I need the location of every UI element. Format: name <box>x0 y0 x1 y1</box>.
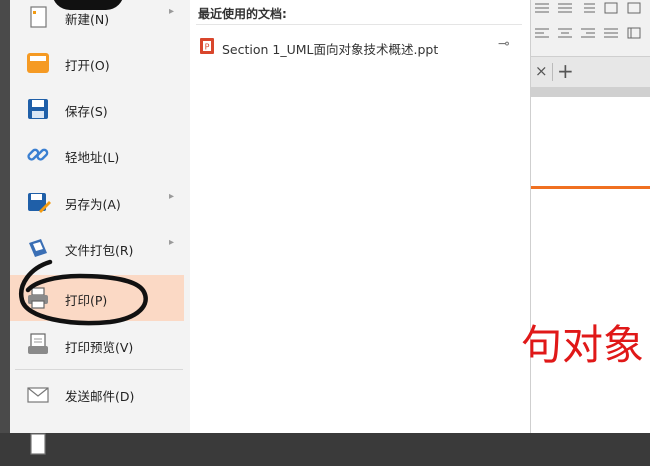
recent-documents-panel: 最近使用的文档: P Section 1_UML面向对象技术概述.ppt ⊸ <box>190 0 531 433</box>
menu-item-partial[interactable] <box>10 420 184 466</box>
printer-icon <box>28 287 48 309</box>
justify-icon[interactable] <box>604 27 618 39</box>
ribbon-toolbar <box>531 0 650 56</box>
menu-label-print: 打印(P) <box>65 293 108 308</box>
menu-label-print-preview: 打印预览(V) <box>65 340 134 355</box>
menu-item-link[interactable]: 轻地址(L) <box>10 132 184 178</box>
mail-icon <box>27 387 49 403</box>
chevron-right-icon: ▸ <box>169 6 175 17</box>
chevron-right-icon: ▸ <box>169 237 175 248</box>
slide-accent-line <box>531 186 650 189</box>
bullet-list-icon[interactable] <box>535 2 549 14</box>
divider <box>196 24 522 25</box>
pin-icon[interactable]: ⊸ <box>498 36 510 52</box>
svg-text:P: P <box>205 43 210 52</box>
recent-documents-title: 最近使用的文档: <box>198 7 287 21</box>
file-menu: 新建(N) ▸ 打开(O) 保存(S) 轻地址(L) 另存为(A) ▸ 文件打包… <box>10 0 191 455</box>
chevron-right-icon: ▸ <box>169 191 175 202</box>
menu-item-print-preview[interactable]: 打印预览(V) <box>10 322 184 368</box>
slide-margin <box>531 87 650 97</box>
presentation-window: × + 句对象 <box>521 0 650 433</box>
column-icon[interactable] <box>627 2 641 14</box>
package-icon <box>29 239 47 257</box>
menu-label-new: 新建(N) <box>65 12 110 27</box>
menu-label-send-mail: 发送邮件(D) <box>65 389 135 404</box>
numbered-list-icon[interactable] <box>558 2 572 14</box>
tab-divider <box>552 63 553 81</box>
recent-document-item[interactable]: P Section 1_UML面向对象技术概述.ppt ⊸ <box>200 36 520 57</box>
annotation-scribble <box>52 0 124 10</box>
open-folder-icon <box>27 53 49 73</box>
close-tab-icon[interactable]: × <box>535 62 548 80</box>
recent-document-name: Section 1_UML面向对象技术概述.ppt <box>222 42 439 57</box>
menu-label-link: 轻地址(L) <box>65 150 120 165</box>
menu-item-save[interactable]: 保存(S) <box>10 86 184 132</box>
slide-title-text: 句对象 <box>521 321 644 369</box>
distributed-icon[interactable] <box>627 27 641 39</box>
ppt-file-icon: P <box>200 38 214 54</box>
menu-item-print[interactable]: 打印(P) <box>10 275 184 321</box>
new-document-icon <box>30 6 47 28</box>
save-as-icon <box>28 193 51 213</box>
menu-label-save: 保存(S) <box>65 104 108 119</box>
menu-item-send-mail[interactable]: 发送邮件(D) <box>10 371 184 417</box>
document-icon <box>30 433 46 455</box>
menu-item-save-as[interactable]: 另存为(A) ▸ <box>10 179 184 225</box>
menu-item-open[interactable]: 打开(O) <box>10 40 184 86</box>
left-edge <box>0 0 10 433</box>
new-tab-icon[interactable]: + <box>557 59 574 83</box>
menu-divider <box>15 369 183 370</box>
align-left-icon[interactable] <box>535 27 549 39</box>
indent-icon[interactable] <box>581 2 595 14</box>
document-tab-bar: × + <box>531 56 650 88</box>
outdent-icon[interactable] <box>604 2 618 14</box>
save-icon <box>28 99 48 119</box>
align-center-icon[interactable] <box>558 27 572 39</box>
menu-label-package: 文件打包(R) <box>65 243 134 258</box>
menu-item-package[interactable]: 文件打包(R) ▸ <box>10 225 184 271</box>
print-preview-icon <box>28 333 48 354</box>
link-icon <box>27 148 49 161</box>
menu-label-open: 打开(O) <box>65 58 110 73</box>
align-right-icon[interactable] <box>581 27 595 39</box>
menu-label-save-as: 另存为(A) <box>65 197 121 212</box>
